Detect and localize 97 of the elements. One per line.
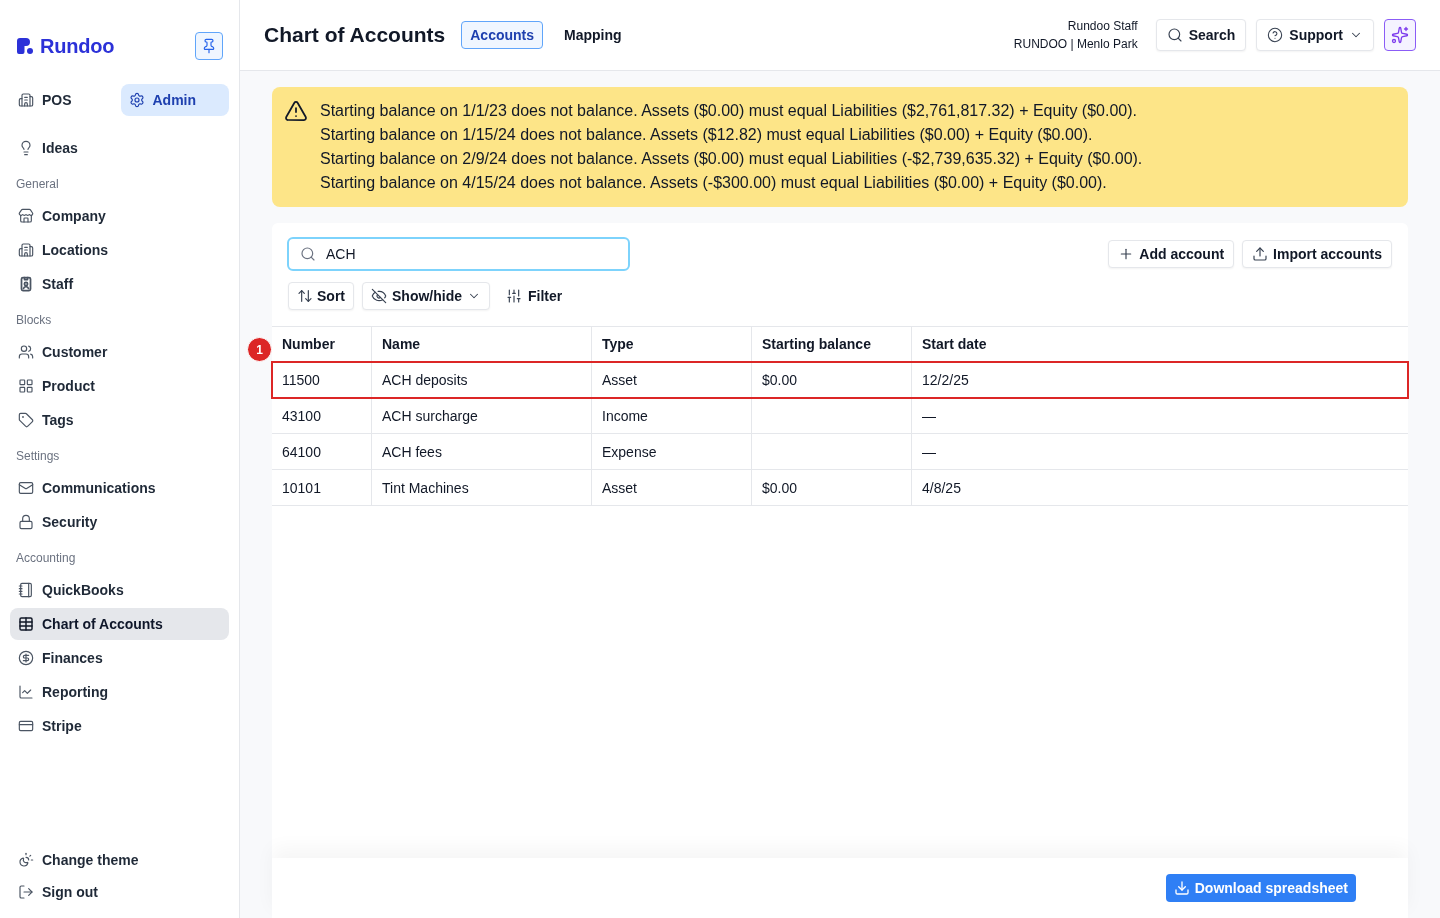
table-cell: ACH surcharge	[372, 398, 592, 433]
store-location: RUNDOO | Menlo Park	[1013, 36, 1138, 53]
card-icon	[18, 718, 34, 734]
logo-icon	[16, 37, 34, 55]
pin-button[interactable]	[195, 32, 223, 60]
table-cell: Expense	[592, 434, 752, 469]
table-cell-text: 12/2/25	[921, 370, 970, 390]
lightbulb-icon	[18, 140, 34, 156]
mode-tab[interactable]: Admin	[120, 84, 229, 116]
warning-message: Starting balance on 2/9/24 does not balance. Assets ($0.00) must equal Liabilities (-$2,739,635.32) + Equity ($0.00).	[320, 149, 1143, 169]
warning-icon	[284, 99, 308, 123]
table-cell: Income	[592, 398, 752, 433]
tab[interactable]: Accounts	[461, 21, 544, 49]
tab[interactable]: Mapping	[555, 21, 631, 49]
table-cell: ACH deposits	[372, 362, 592, 397]
dollar-coin-icon	[18, 650, 34, 666]
show-hide-button[interactable]: Show/hide	[362, 282, 490, 310]
table-cell: Asset	[592, 470, 752, 505]
step-marker: 1	[247, 337, 272, 362]
table-cell: $0.00	[752, 470, 912, 505]
table-cell: 64100	[272, 434, 372, 469]
building-icon	[18, 242, 34, 258]
lock-icon	[18, 514, 34, 530]
nav-item[interactable]: Chart of Accounts	[10, 608, 229, 640]
nav-item[interactable]: QuickBooks	[10, 574, 229, 606]
nav-item[interactable]: Sign out	[10, 876, 229, 908]
nav-item[interactable]: Security	[10, 506, 229, 538]
grid-icon	[18, 378, 34, 394]
table-cell: 43100	[272, 398, 372, 433]
nav-item[interactable]: Customer	[10, 336, 229, 368]
download-icon	[1173, 880, 1190, 896]
search-icon	[1166, 27, 1183, 43]
gear-icon	[128, 92, 145, 108]
envelope-icon	[18, 480, 34, 496]
column-header: Name	[372, 327, 592, 361]
tag-icon	[18, 412, 34, 428]
nav-item[interactable]: Ideas	[10, 132, 229, 164]
column-header: Number	[272, 327, 372, 361]
page-title: Chart of Accounts	[264, 23, 446, 47]
download-spreadsheet-button[interactable]: Download spreadsheet	[1165, 874, 1356, 902]
sort-arrows-icon	[297, 288, 313, 304]
nav-item[interactable]: Company	[10, 200, 229, 232]
table-icon	[18, 616, 34, 632]
brand-name: Rundoo	[40, 34, 115, 58]
nav-item[interactable]: Communications	[10, 472, 229, 504]
table-cell-text: 4/8/25	[921, 478, 962, 498]
pin-icon	[201, 38, 217, 54]
section-heading: General	[15, 176, 60, 193]
search-button[interactable]: Search	[1155, 19, 1247, 51]
nav-item[interactable]: Locations	[10, 234, 229, 266]
nav-item[interactable]: Reporting	[10, 676, 229, 708]
id-badge-icon	[18, 276, 34, 292]
sparkles-icon	[1391, 26, 1409, 44]
warning-message: Starting balance on 1/1/23 does not balance. Assets ($0.00) must equal Liabilities ($2,761,817.32) + Equity ($0.00).	[320, 101, 1138, 121]
search-field[interactable]: ACH	[287, 237, 630, 271]
table-cell: Asset	[592, 362, 752, 397]
filter-button[interactable]: Filter	[498, 282, 571, 310]
section-heading: Settings	[15, 448, 61, 465]
warning-message: Starting balance on 1/15/24 does not balance. Assets ($12.82) must equal Liabilities ($0.00) + Equity ($0.00).	[320, 125, 1094, 145]
notebook-icon	[18, 582, 34, 598]
eye-off-icon	[371, 288, 387, 304]
warning-message: Starting balance on 4/15/24 does not balance. Assets (-$300.00) must equal Liabilities ($0.00) + Equity ($0.00).	[320, 173, 1108, 193]
nav-item[interactable]: Product	[10, 370, 229, 402]
table-cell-text: —	[921, 442, 937, 462]
section-heading: Accounting	[15, 550, 77, 567]
table-cell: Tint Machines	[372, 470, 592, 505]
nav-item[interactable]: Change theme	[10, 844, 229, 876]
import-accounts-button[interactable]: Import accounts	[1242, 240, 1392, 268]
support-button[interactable]: Support	[1256, 19, 1374, 51]
nav-item[interactable]: Staff	[10, 268, 229, 300]
log-out-icon	[18, 884, 34, 900]
column-header: Start date	[921, 335, 988, 354]
table-cell: ACH fees	[372, 434, 592, 469]
nav-item[interactable]: Finances	[10, 642, 229, 674]
ai-assistant-button[interactable]	[1384, 19, 1416, 51]
table-cell: $0.00	[752, 362, 912, 397]
sort-button[interactable]: Sort	[288, 282, 354, 310]
section-heading: Blocks	[15, 312, 53, 329]
add-account-button[interactable]: Add account	[1108, 240, 1235, 268]
column-header: Type	[592, 327, 752, 361]
column-header: Starting balance	[752, 327, 912, 361]
table-cell: 11500	[272, 362, 372, 397]
line-chart-icon	[18, 684, 34, 700]
mode-tab[interactable]: POS	[10, 84, 119, 116]
sliders-icon	[506, 288, 522, 304]
building-icon	[18, 92, 34, 108]
nav-item[interactable]: Tags	[10, 404, 229, 436]
help-icon	[1267, 27, 1284, 43]
search-icon	[300, 246, 316, 262]
sun-moon-icon	[18, 852, 34, 868]
users-icon	[18, 344, 34, 360]
table-cell-text: —	[921, 406, 937, 426]
user-name: Rundoo Staff	[1067, 18, 1138, 35]
table-cell: 10101	[272, 470, 372, 505]
nav-item[interactable]: Stripe	[10, 710, 229, 742]
upload-icon	[1252, 246, 1269, 262]
storefront-icon	[18, 208, 34, 224]
